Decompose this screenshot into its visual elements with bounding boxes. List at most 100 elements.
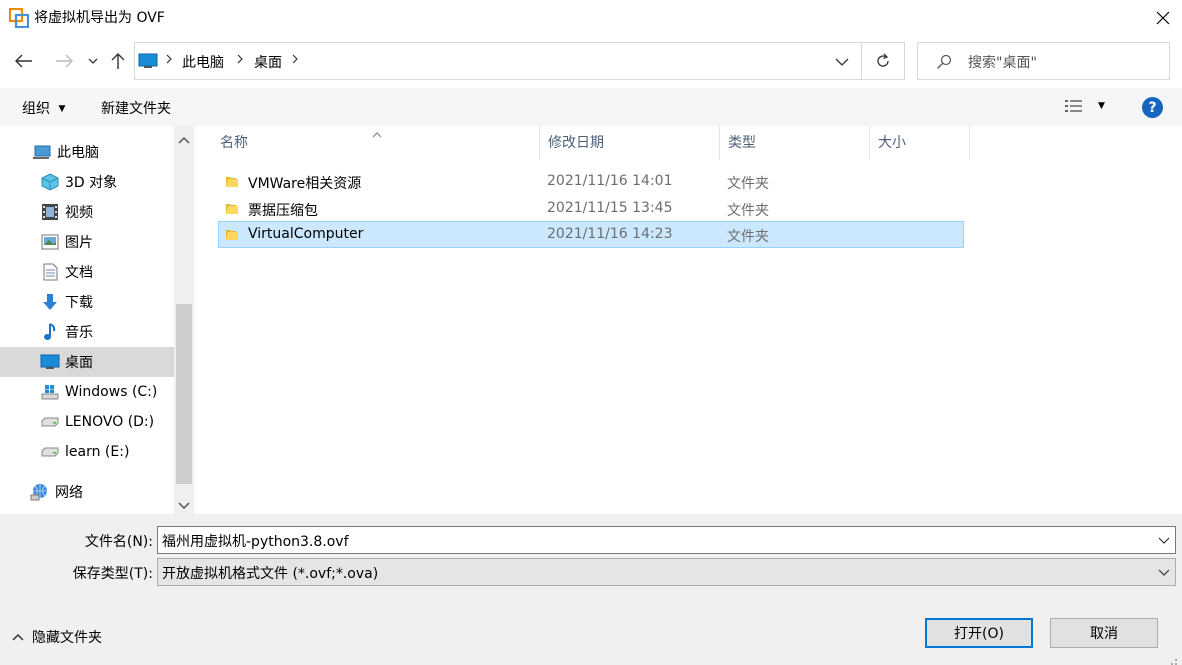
- 3d-objects-icon: [40, 173, 60, 191]
- filetype-select[interactable]: 开放虚拟机格式文件 (*.ovf;*.ova): [157, 558, 1176, 586]
- search-input[interactable]: 搜索"桌面": [917, 42, 1170, 80]
- search-placeholder: 搜索"桌面": [968, 55, 1037, 71]
- sidebar-item-music[interactable]: 音乐: [0, 317, 174, 347]
- address-dropdown-button[interactable]: [835, 55, 849, 71]
- scroll-down-button[interactable]: [178, 498, 190, 514]
- hide-folders-button[interactable]: 隐藏文件夹: [12, 627, 102, 647]
- filetype-label: 保存类型(T):: [72, 566, 153, 582]
- column-header-date[interactable]: 修改日期: [540, 126, 720, 160]
- sidebar-item-label: 下载: [65, 295, 93, 311]
- help-button[interactable]: ?: [1142, 97, 1163, 118]
- caret-down-icon: ▼: [1098, 101, 1105, 111]
- back-button[interactable]: [10, 47, 38, 75]
- sidebar-item-label: 音乐: [65, 325, 93, 341]
- organize-button[interactable]: 组织 ▼: [22, 98, 65, 118]
- network-icon: [30, 483, 50, 501]
- folder-icon: [225, 227, 239, 241]
- file-row[interactable]: VirtualComputer 2021/11/16 14:23 文件夹: [218, 221, 964, 248]
- caret-down-icon: ▼: [58, 104, 66, 114]
- file-type: 文件夹: [727, 176, 769, 192]
- sidebar-item-label: 网络: [55, 485, 83, 501]
- resize-grip-icon[interactable]: [1166, 654, 1178, 665]
- title-bar: 将虚拟机导出为 OVF: [0, 0, 1182, 36]
- sidebar-item-video[interactable]: 视频: [0, 197, 174, 227]
- sidebar-item-pictures[interactable]: 图片: [0, 227, 174, 257]
- arrow-left-icon: [15, 54, 32, 68]
- file-row[interactable]: VMWare相关资源 2021/11/16 14:01 文件夹: [218, 168, 964, 195]
- chevron-down-icon: [1158, 537, 1170, 544]
- sidebar-item-label: Windows (C:): [65, 384, 158, 400]
- file-list: 名称 修改日期 类型 大小 VMWare相关资源 2021/11/16 14:0…: [196, 126, 1182, 514]
- sidebar-item-documents[interactable]: 文档: [0, 257, 174, 287]
- sidebar-item-label: 视频: [65, 205, 93, 221]
- close-button[interactable]: [1144, 0, 1182, 36]
- file-date: 2021/11/16 14:23: [547, 226, 673, 242]
- search-icon: [936, 54, 952, 74]
- cancel-button[interactable]: 取消: [1050, 618, 1158, 648]
- computer-icon: [32, 143, 52, 161]
- sidebar-item-label: 图片: [65, 235, 93, 251]
- column-header-type[interactable]: 类型: [720, 126, 870, 160]
- desktop-icon: [40, 353, 60, 371]
- chevron-down-icon: [1158, 569, 1170, 576]
- breadcrumb-separator-icon: [291, 53, 299, 69]
- breadcrumb-separator-icon: [165, 53, 173, 69]
- pictures-icon: [40, 233, 60, 251]
- details-view-icon: [1065, 100, 1082, 112]
- music-icon: [40, 323, 60, 341]
- drive-icon: [40, 443, 60, 461]
- sidebar-item-label: 3D 对象: [65, 175, 118, 191]
- arrow-up-icon: [111, 53, 125, 69]
- sidebar-item-label: 文档: [65, 265, 93, 281]
- documents-icon: [40, 263, 60, 281]
- column-header-name[interactable]: 名称: [212, 126, 540, 160]
- sidebar-item-downloads[interactable]: 下载: [0, 287, 174, 317]
- sidebar-item-3d-objects[interactable]: 3D 对象: [0, 167, 174, 197]
- refresh-icon: [877, 53, 889, 67]
- breadcrumb-separator-icon: [236, 53, 244, 69]
- column-header-size[interactable]: 大小: [870, 126, 970, 160]
- file-name: VMWare相关资源: [248, 176, 362, 192]
- chevron-up-icon: [178, 136, 190, 144]
- file-type: 文件夹: [727, 229, 769, 245]
- chevron-down-icon: [178, 502, 190, 510]
- chevron-up-icon: [12, 633, 24, 641]
- forward-button[interactable]: [50, 47, 78, 75]
- breadcrumb-desktop[interactable]: 桌面: [254, 52, 282, 72]
- sidebar-item-label: 此电脑: [57, 145, 99, 161]
- address-bar[interactable]: 此电脑 桌面: [134, 42, 862, 80]
- sidebar-item-drive-c[interactable]: Windows (C:): [0, 377, 174, 407]
- organize-label: 组织: [22, 101, 50, 117]
- arrow-right-icon: [56, 54, 73, 68]
- filename-field[interactable]: 福州用虚拟机-python3.8.ovf: [157, 526, 1176, 554]
- file-row[interactable]: 票据压缩包 2021/11/15 13:45 文件夹: [218, 195, 964, 222]
- toolbar: 组织 ▼ 新建文件夹 ▼ ?: [0, 88, 1182, 126]
- scrollbar-thumb[interactable]: [176, 304, 192, 484]
- filetype-value: 开放虚拟机格式文件 (*.ovf;*.ova): [162, 566, 379, 582]
- sidebar-item-drive-d[interactable]: LENOVO (D:): [0, 407, 174, 437]
- refresh-button[interactable]: [862, 42, 905, 80]
- sidebar-item-label: LENOVO (D:): [65, 414, 155, 430]
- navigation-pane: 此电脑 3D 对象 视频 图片 文档 下载 音乐 桌面 Windows (C:)…: [0, 126, 196, 514]
- chevron-down-icon: [835, 58, 849, 66]
- new-folder-button[interactable]: 新建文件夹: [101, 98, 171, 118]
- recent-locations-button[interactable]: [84, 47, 102, 75]
- open-button[interactable]: 打开(O): [925, 618, 1033, 648]
- drive-icon: [40, 413, 60, 431]
- scroll-up-button[interactable]: [178, 132, 190, 148]
- close-icon: [1156, 11, 1170, 25]
- sidebar-item-network[interactable]: 网络: [0, 477, 174, 507]
- breadcrumb-this-pc[interactable]: 此电脑: [182, 52, 224, 72]
- sidebar-item-drive-e[interactable]: learn (E:): [0, 437, 174, 467]
- sidebar-item-label: learn (E:): [65, 444, 130, 460]
- chevron-down-icon: [88, 58, 98, 64]
- sidebar-item-desktop[interactable]: 桌面: [0, 347, 174, 377]
- file-name: VirtualComputer: [248, 226, 364, 242]
- sidebar-item-this-pc[interactable]: 此电脑: [0, 137, 174, 167]
- file-date: 2021/11/15 13:45: [547, 200, 673, 216]
- file-name: 票据压缩包: [248, 203, 318, 219]
- folder-icon: [225, 201, 239, 215]
- view-options-button[interactable]: ▼: [1064, 98, 1105, 114]
- folder-icon: [225, 174, 239, 188]
- up-button[interactable]: [106, 47, 130, 75]
